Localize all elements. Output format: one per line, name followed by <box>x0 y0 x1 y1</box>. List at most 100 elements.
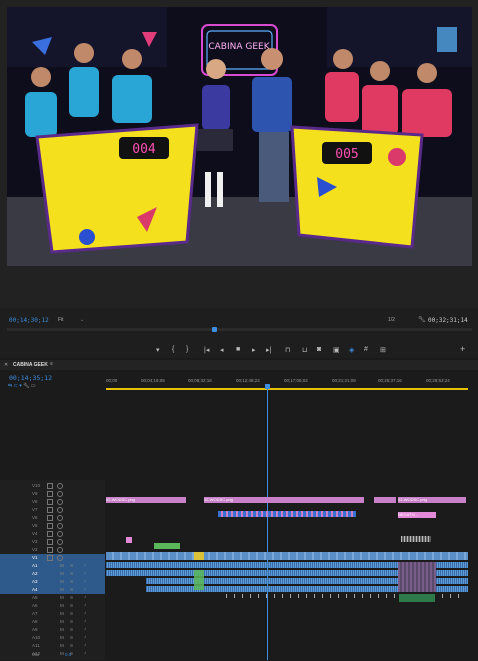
track-header-a8[interactable]: A8 M S ♪ <box>0 618 105 626</box>
clip-v5[interactable]: NEGATIV... <box>398 512 436 518</box>
timeline-settings-icon[interactable]: 🔧︎ <box>23 383 29 389</box>
track-header-a11[interactable]: A11 M S ♪ <box>0 642 105 650</box>
track-header-v5[interactable]: V5 <box>0 522 105 530</box>
microphone-icon[interactable]: ♪ <box>84 586 86 591</box>
linked-selection-icon[interactable]: ⊂ <box>14 383 18 389</box>
microphone-icon[interactable]: ♪ <box>84 570 86 575</box>
eye-icon[interactable] <box>57 515 63 521</box>
microphone-icon[interactable]: ♪ <box>84 610 86 615</box>
toggle-sync-lock-icon[interactable] <box>47 483 53 489</box>
track-header-a7[interactable]: A7 M S ♪ <box>0 610 105 618</box>
microphone-icon[interactable]: ♪ <box>84 626 86 631</box>
clip-v7-4[interactable]: 02-WODSC.png <box>398 497 466 503</box>
camera-icon[interactable]: ◙ <box>317 346 321 353</box>
toggle-sync-lock-icon[interactable] <box>47 547 53 553</box>
toggle-sync-lock-icon[interactable] <box>47 555 53 561</box>
timeline-tracks-area[interactable]: 02-WODSC.png 02-WODSC.png 02-WODSC.png N… <box>106 480 468 660</box>
eye-icon[interactable] <box>57 483 63 489</box>
program-video-frame[interactable]: CABINA GEEK 004 005 <box>7 7 472 266</box>
track-header-v7[interactable]: V7 <box>0 506 105 514</box>
timeline-tab[interactable]: ✕ CABINA GEEK ≡ <box>0 360 478 370</box>
clip-v2-green[interactable] <box>154 543 180 549</box>
track-header-a12[interactable]: A12 M S ♪ <box>0 650 105 658</box>
track-header-v3[interactable]: V3 <box>0 538 105 546</box>
program-playhead[interactable] <box>212 327 217 332</box>
track-header-v1[interactable]: V1 <box>0 554 105 562</box>
snap-icon[interactable]: ⇆ <box>8 383 12 389</box>
track-header-v8[interactable]: V8 <box>0 498 105 506</box>
clip-v3-group[interactable] <box>401 536 431 542</box>
toggle-sync-lock-icon[interactable] <box>47 531 53 537</box>
program-scrub-bar[interactable] <box>7 328 472 331</box>
close-icon[interactable]: ✕ <box>4 362 8 368</box>
stop-icon[interactable]: ■ <box>236 346 240 353</box>
clip-v6-group[interactable] <box>218 511 356 517</box>
lift-icon[interactable]: ⊓ <box>285 346 290 354</box>
extract-icon[interactable]: ⊔ <box>302 346 307 354</box>
microphone-icon[interactable]: ♪ <box>84 618 86 623</box>
add-marker-timeline-icon[interactable]: ▾ <box>19 383 22 389</box>
add-button-icon[interactable]: + <box>460 344 465 354</box>
compare-view-icon[interactable]: ▣ <box>333 346 340 354</box>
go-to-out-icon[interactable]: ▸| <box>266 346 271 354</box>
toggle-sync-lock-icon[interactable] <box>47 523 53 529</box>
zoom-fit-dropdown[interactable]: Fit <box>58 317 64 323</box>
track-header-a6[interactable]: A6 M S ♪ <box>0 602 105 610</box>
track-header-v2[interactable]: V2 <box>0 546 105 554</box>
clip-v7-3[interactable] <box>374 497 396 503</box>
clip-a-green[interactable] <box>194 570 204 590</box>
microphone-icon[interactable]: ♪ <box>84 594 86 599</box>
timeline-timecode[interactable]: 00;14;35;12 <box>9 374 52 382</box>
track-header-v6[interactable]: V6 <box>0 514 105 522</box>
sequence-name[interactable]: CABINA GEEK <box>13 362 48 368</box>
clip-v1-yellow[interactable] <box>194 552 204 560</box>
clip-a6-green[interactable] <box>399 594 435 602</box>
clip-v1[interactable] <box>106 552 468 560</box>
microphone-icon[interactable]: ♪ <box>84 602 86 607</box>
track-header-v10[interactable]: V10 <box>0 482 105 490</box>
clip-v7-2[interactable]: 02-WODSC.png <box>204 497 364 503</box>
work-area-bar[interactable] <box>106 388 468 390</box>
microphone-icon[interactable]: ♪ <box>84 578 86 583</box>
microphone-icon[interactable]: ♪ <box>84 642 86 647</box>
wrench-icon[interactable]: 🔧︎ <box>418 316 426 323</box>
eye-icon[interactable] <box>57 491 63 497</box>
eye-icon[interactable] <box>57 507 63 513</box>
track-header-a2[interactable]: A2 M S ♪ <box>0 570 105 578</box>
time-ruler[interactable]: 00;00 00;04;16;08 00;08;32;16 00;12;48;2… <box>106 376 468 390</box>
eye-icon[interactable] <box>57 499 63 505</box>
track-header-v9[interactable]: V9 <box>0 490 105 498</box>
track-header-a3[interactable]: A3 M S ♪ <box>0 578 105 586</box>
microphone-icon[interactable]: ♪ <box>84 650 86 655</box>
toggle-sync-lock-icon[interactable] <box>47 491 53 497</box>
track-header-a5[interactable]: A5 M S ♪ <box>0 594 105 602</box>
eye-icon[interactable] <box>57 523 63 529</box>
clip-v3-pink[interactable] <box>126 537 132 543</box>
toggle-sync-lock-icon[interactable] <box>47 515 53 521</box>
track-header-a10[interactable]: A10 M S ♪ <box>0 634 105 642</box>
track-header-a9[interactable]: A9 M S ♪ <box>0 626 105 634</box>
microphone-icon[interactable]: ♪ <box>84 634 86 639</box>
eye-icon[interactable] <box>57 539 63 545</box>
track-header-a4[interactable]: A4 M S ♪ <box>0 586 105 594</box>
toggle-sync-lock-icon[interactable] <box>47 507 53 513</box>
timeline-playhead-handle[interactable] <box>265 384 270 389</box>
add-marker-icon[interactable]: ▾ <box>156 346 160 354</box>
captions-icon[interactable]: ▭ <box>31 383 36 389</box>
mark-out-icon[interactable]: } <box>186 346 188 353</box>
step-forward-icon[interactable]: ▸ <box>252 346 256 354</box>
track-header-a1[interactable]: A1 M S ♪ <box>0 562 105 570</box>
mix-value[interactable]: 0.0 <box>65 652 71 657</box>
eye-icon[interactable] <box>57 555 63 561</box>
step-back-icon[interactable]: ◂ <box>220 346 224 354</box>
resolution-dropdown[interactable]: 1/2 <box>388 317 395 323</box>
safe-margins-icon[interactable]: # <box>364 346 368 353</box>
eye-icon[interactable] <box>57 531 63 537</box>
toggle-sync-lock-icon[interactable] <box>47 539 53 545</box>
clip-v7-1[interactable]: 02-WODSC.png <box>106 497 186 503</box>
clip-a-purple[interactable] <box>398 562 436 592</box>
go-to-in-icon[interactable]: |◂ <box>204 346 209 354</box>
mark-in-icon[interactable]: { <box>172 346 174 353</box>
menu-icon[interactable]: ≡ <box>50 361 53 367</box>
microphone-icon[interactable]: ♪ <box>84 562 86 567</box>
